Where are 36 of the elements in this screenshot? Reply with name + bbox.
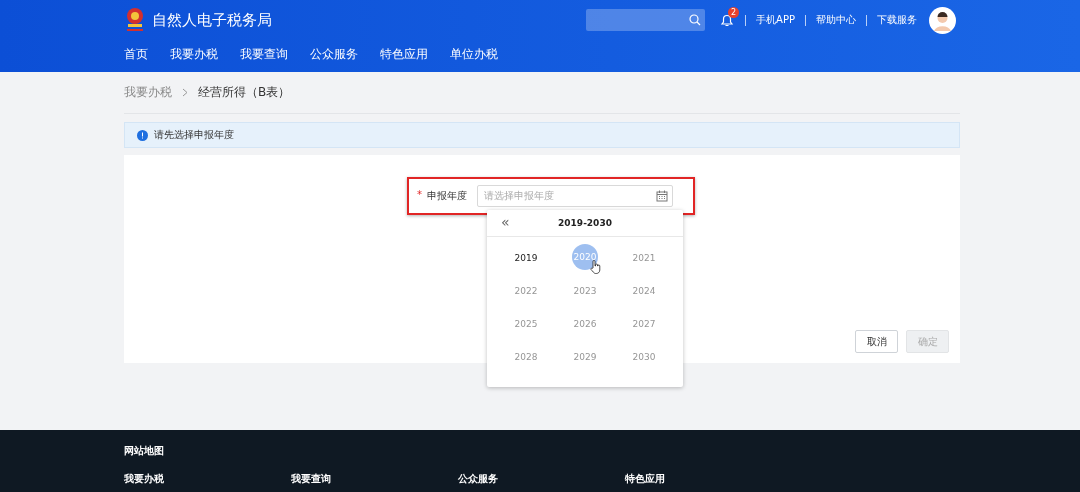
calendar-icon bbox=[656, 190, 668, 202]
nav-tab[interactable]: 我要查询 bbox=[240, 45, 288, 67]
nav-tab[interactable]: 公众服务 bbox=[310, 45, 358, 67]
site-title: 自然人电子税务局 bbox=[152, 10, 272, 30]
footer-heading: 我要查询 bbox=[291, 472, 332, 486]
emblem-icon bbox=[124, 7, 146, 33]
info-icon bbox=[137, 129, 148, 141]
notification-badge: 2 bbox=[728, 7, 740, 18]
footer-heading: 我要办税 bbox=[124, 472, 165, 486]
nav-tab[interactable]: 首页 bbox=[124, 45, 148, 67]
year-option[interactable]: 2019 bbox=[513, 247, 539, 269]
header-link[interactable]: 帮助中心 bbox=[816, 13, 856, 27]
footer-title: 网站地图 bbox=[124, 445, 164, 456]
nav-tab[interactable]: 我要办税 bbox=[170, 45, 218, 67]
header-link[interactable]: 下载服务 bbox=[877, 13, 917, 27]
input-placeholder: 请选择申报年度 bbox=[484, 189, 554, 203]
year-input[interactable]: 请选择申报年度 bbox=[477, 185, 673, 207]
required-mark: * bbox=[417, 189, 422, 202]
footer-heading: 公众服务 bbox=[458, 472, 499, 486]
nav-tab[interactable]: 特色应用 bbox=[380, 45, 428, 67]
breadcrumb-current: 经营所得（B表） bbox=[198, 84, 291, 101]
search-field[interactable] bbox=[586, 9, 706, 31]
cancel-button[interactable]: 取消 bbox=[855, 330, 898, 353]
year-range: 2019-2030 bbox=[558, 218, 612, 228]
breadcrumb-link[interactable]: 我要办税 bbox=[124, 84, 172, 101]
alert-message: 请先选择申报年度 bbox=[154, 128, 234, 142]
search-icon bbox=[689, 14, 702, 26]
hand-cursor-icon bbox=[589, 260, 601, 274]
footer-heading: 特色应用 bbox=[625, 472, 666, 486]
chevron-icon bbox=[182, 88, 188, 97]
year-option[interactable]: 2020 bbox=[572, 244, 598, 270]
field-label: 申报年度 bbox=[427, 189, 467, 203]
previous-button[interactable]: « bbox=[501, 214, 510, 230]
avatar-icon[interactable] bbox=[929, 6, 956, 34]
header-link[interactable]: 手机APP bbox=[756, 13, 795, 27]
nav-tab[interactable]: 单位办税 bbox=[450, 45, 498, 67]
